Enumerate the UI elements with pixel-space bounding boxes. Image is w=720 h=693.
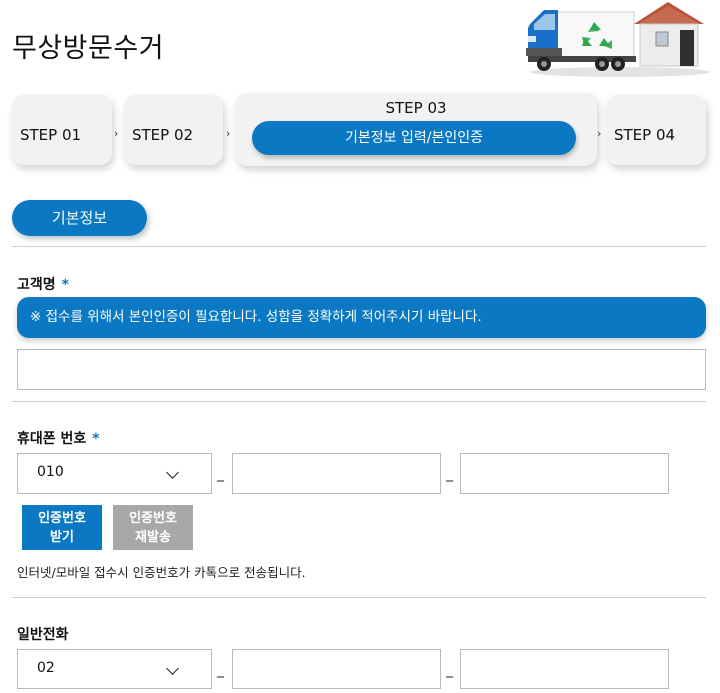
landline-prefix-select[interactable]: 02 <box>17 649 212 689</box>
divider <box>12 246 706 247</box>
auth-notice-banner: ※ 접수를 위해서 본인인증이 필요합니다. 성함을 정확하게 적어주시기 바랍… <box>17 297 706 338</box>
mobile-last-input[interactable] <box>460 453 669 494</box>
required-mark: * <box>61 277 69 293</box>
landline-middle-input[interactable] <box>232 649 441 689</box>
divider <box>12 597 706 598</box>
chevron-right-icon: › <box>226 127 231 140</box>
step-03-sublabel: 기본정보 입력/본인인증 <box>252 121 576 155</box>
page-header: 무상방문수거 <box>0 0 720 90</box>
phone-separator: _ <box>446 662 453 678</box>
customer-name-label: 고객명 * <box>17 277 69 293</box>
step-01-label: STEP 01 <box>20 126 82 144</box>
chevron-down-icon <box>166 466 179 479</box>
page-title: 무상방문수거 <box>12 33 165 64</box>
chevron-right-icon: › <box>114 127 119 140</box>
chevron-right-icon: › <box>597 127 602 140</box>
customer-name-input[interactable] <box>17 349 706 390</box>
step-02-label: STEP 02 <box>132 126 194 144</box>
request-auth-code-button[interactable]: 인증번호 받기 <box>22 505 102 550</box>
landline-last-input[interactable] <box>460 649 669 689</box>
mobile-middle-input[interactable] <box>232 453 441 494</box>
step-03-active: STEP 03 기본정보 입력/본인인증 <box>235 93 597 166</box>
chevron-down-icon <box>166 662 179 675</box>
step-03-label: STEP 03 <box>385 99 447 117</box>
landline-label: 일반전화 <box>17 627 69 643</box>
step-04-label: STEP 04 <box>614 126 676 144</box>
divider <box>12 401 706 402</box>
phone-separator: _ <box>217 662 224 678</box>
step-01: STEP 01 <box>12 95 112 165</box>
section-tab-basic-info[interactable]: 기본정보 <box>12 200 147 236</box>
phone-separator: _ <box>217 466 224 482</box>
mobile-phone-label: 휴대폰 번호 * <box>17 431 100 447</box>
step-04: STEP 04 <box>606 95 706 165</box>
step-02: STEP 02 <box>124 95 223 165</box>
phone-separator: _ <box>446 466 453 482</box>
required-mark: * <box>92 431 100 447</box>
recycling-truck-illustration <box>526 2 710 77</box>
resend-auth-code-button[interactable]: 인증번호 재발송 <box>113 505 193 550</box>
step-indicator: STEP 01 STEP 02 STEP 03 기본정보 입력/본인인증 STE… <box>0 93 720 168</box>
mobile-prefix-select[interactable]: 010 <box>17 453 212 494</box>
auth-help-text: 인터넷/모바일 접수시 인증번호가 카톡으로 전송됩니다. <box>17 565 306 580</box>
